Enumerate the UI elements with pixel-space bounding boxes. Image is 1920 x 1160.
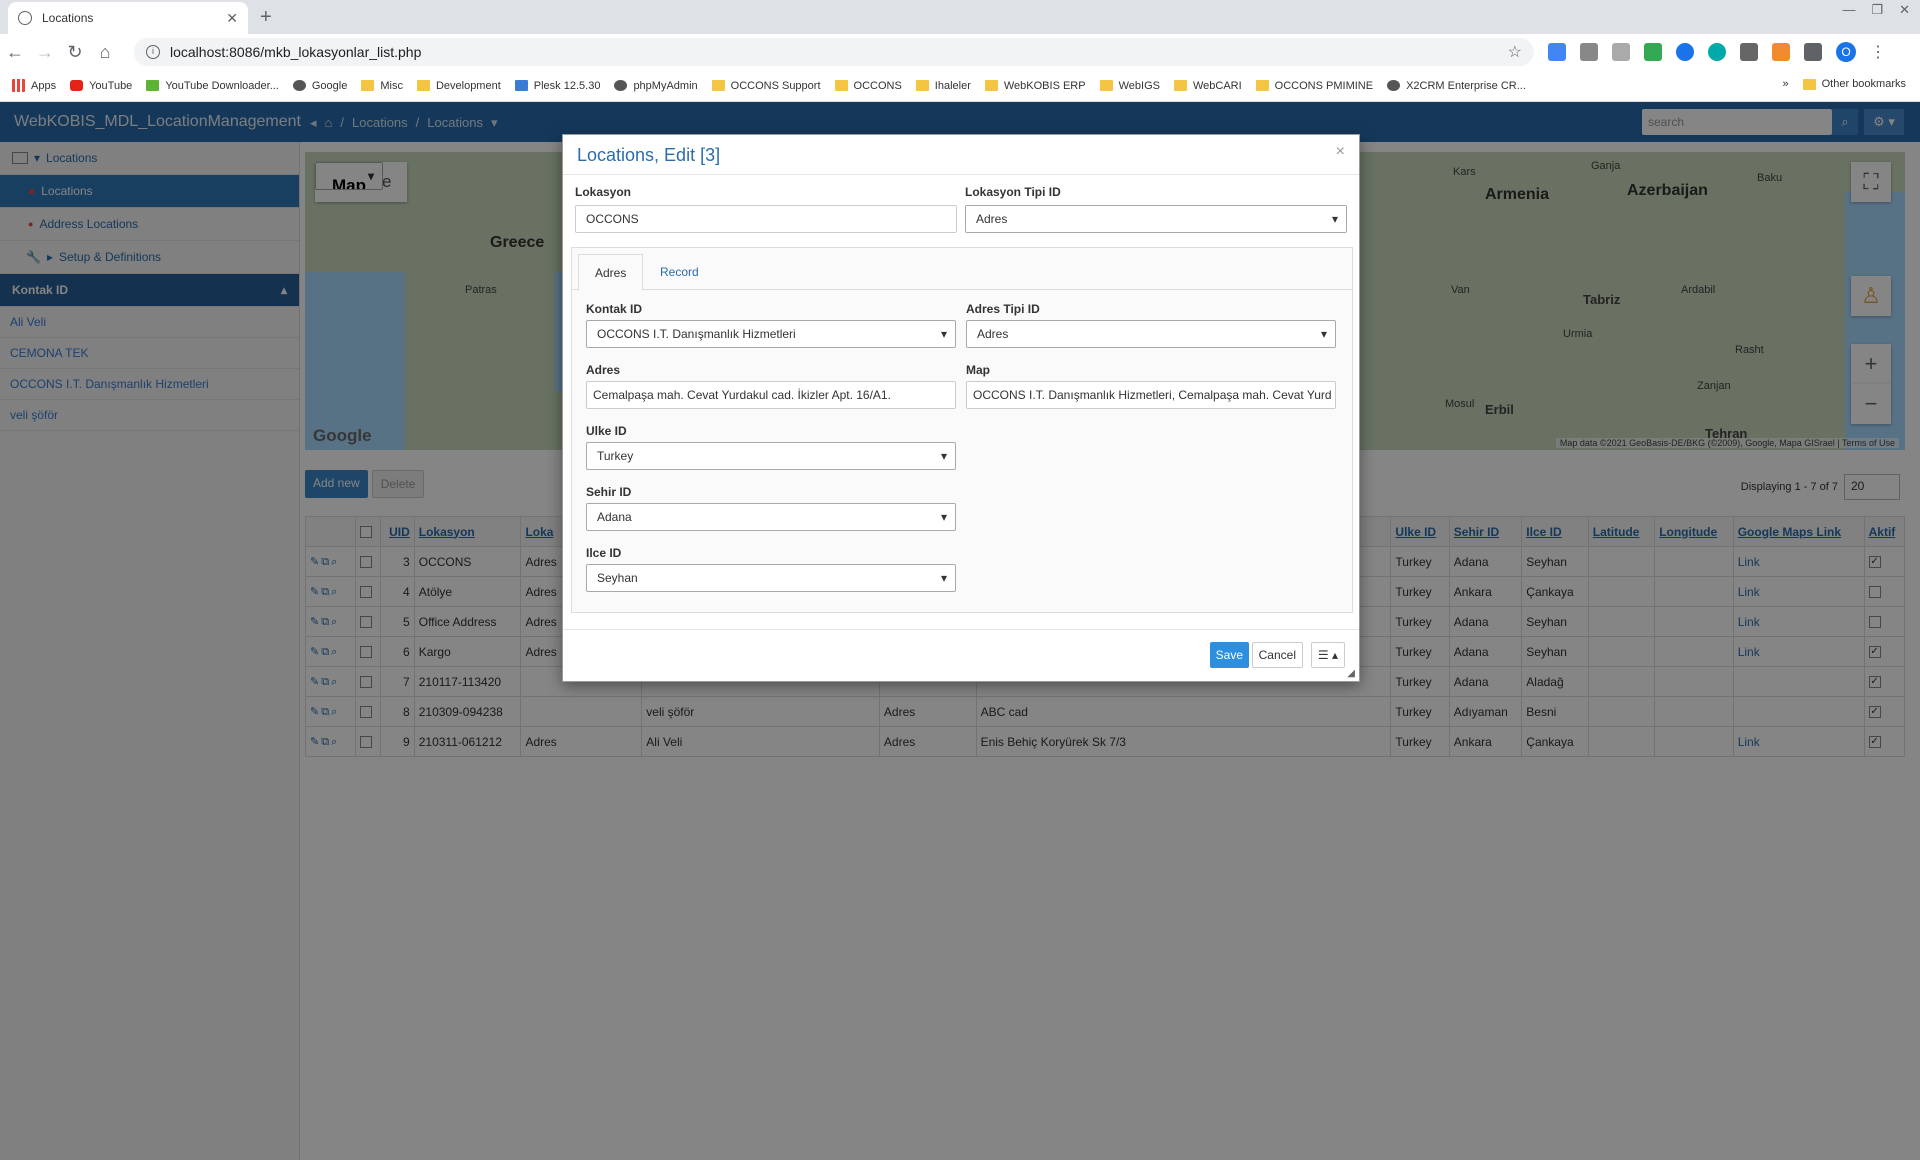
minimize-icon[interactable]: —	[1842, 2, 1855, 18]
apps-icon	[12, 79, 25, 92]
dialog-tab-panel: Adres Record Kontak ID OCCONS I.T. Danış…	[571, 247, 1353, 613]
kontak-label: Kontak ID	[586, 302, 643, 316]
folder-icon	[361, 80, 375, 91]
close-tab-icon[interactable]: ✕	[226, 10, 238, 27]
ilce-select[interactable]: Seyhan	[586, 564, 956, 592]
bookmark-star-icon[interactable]: ☆	[1508, 42, 1522, 62]
bookmark-ihaleler[interactable]: Ihaleler	[915, 80, 971, 92]
lokasyon-tipi-select[interactable]: Adres	[965, 205, 1347, 233]
more-options-button[interactable]: ☰ ▴	[1310, 642, 1345, 668]
forward-icon[interactable]: →	[30, 42, 60, 63]
folder-icon	[984, 80, 998, 91]
folder-icon	[1255, 80, 1269, 91]
dialog-title: Locations, Edit [3]	[577, 145, 721, 165]
bookmark-occons-support[interactable]: OCCONS Support	[711, 80, 821, 92]
sehir-select[interactable]: Adana	[586, 503, 956, 531]
folder-icon	[711, 80, 725, 91]
youtube-icon	[70, 80, 84, 91]
map-label: Map	[966, 363, 990, 377]
x2crm-icon	[1387, 80, 1401, 91]
bookmark-webkobis-erp[interactable]: WebKOBIS ERP	[984, 80, 1086, 92]
bookmark-phpmyadmin[interactable]: phpMyAdmin	[614, 80, 698, 92]
address-bar: ← → ↻ ⌂ i localhost:8086/mkb_lokasyonlar…	[0, 34, 1920, 70]
globe-icon	[18, 11, 32, 25]
folder-icon	[1173, 80, 1187, 91]
recycle-icon[interactable]	[1580, 43, 1598, 61]
back-icon[interactable]: ←	[0, 42, 30, 63]
kontak-select[interactable]: OCCONS I.T. Danışmanlık Hizmetleri	[586, 320, 956, 348]
sehir-label: Sehir ID	[586, 485, 632, 499]
google-icon	[292, 80, 306, 91]
bookmark-x2crm[interactable]: X2CRM Enterprise CR...	[1387, 80, 1526, 92]
adres-tipi-label: Adres Tipi ID	[966, 302, 1040, 316]
bookmark-webigs[interactable]: WebIGS	[1099, 80, 1160, 92]
bookmark-occons-pmimine[interactable]: OCCONS PMIMINE	[1255, 80, 1373, 92]
ilce-label: Ilce ID	[586, 546, 622, 560]
bookmark-youtube-downloader[interactable]: YouTube Downloader...	[146, 80, 279, 92]
folder-icon	[915, 80, 929, 91]
extensions-bar: O ⋮	[1548, 42, 1886, 62]
folder-icon	[1802, 78, 1816, 90]
lokasyon-label: Lokasyon	[575, 185, 632, 199]
wikipedia-icon[interactable]	[1612, 43, 1630, 61]
new-tab-button[interactable]: +	[260, 6, 272, 29]
lokasyon-tipi-label: Lokasyon Tipi ID	[965, 185, 1061, 199]
adres-label: Adres	[586, 363, 621, 377]
profile-avatar[interactable]: O	[1836, 42, 1856, 62]
tab-adres[interactable]: Adres	[578, 254, 644, 291]
download-icon	[146, 80, 160, 91]
dialog-tabs: Adres Record	[572, 248, 1352, 291]
kebab-menu-icon[interactable]: ⋮	[1870, 42, 1886, 62]
adres-tipi-select[interactable]: Adres	[966, 320, 1336, 348]
restore-icon[interactable]: ❐	[1871, 2, 1883, 18]
resize-handle-icon[interactable]: ◢	[1347, 668, 1355, 679]
tab-record[interactable]: Record	[644, 254, 715, 291]
dialog-header: Locations, Edit [3] ×	[563, 135, 1359, 175]
more-bookmarks-icon[interactable]: »	[1783, 78, 1789, 90]
adres-input[interactable]: Cemalpaşa mah. Cevat Yurdakul cad. İkizl…	[586, 381, 956, 409]
bookmark-apps[interactable]: Apps	[12, 79, 56, 92]
close-window-icon[interactable]: ✕	[1899, 2, 1910, 18]
lokasyon-input[interactable]: OCCONS	[575, 205, 957, 233]
plesk-icon	[514, 80, 528, 91]
browser-tabstrip: Locations ✕ + — ❐ ✕	[0, 0, 1920, 34]
bookmark-youtube[interactable]: YouTube	[70, 80, 132, 92]
folder-icon	[416, 80, 430, 91]
bookmarks-bar: Apps YouTube YouTube Downloader... Googl…	[0, 70, 1920, 102]
url-field[interactable]: i localhost:8086/mkb_lokasyonlar_list.ph…	[134, 38, 1534, 66]
bookmark-webcari[interactable]: WebCARI	[1173, 80, 1242, 92]
extension-grid-icon[interactable]	[1740, 43, 1758, 61]
bookmarks-right: » Other bookmarks	[1783, 78, 1907, 90]
bookmark-development[interactable]: Development	[416, 80, 501, 92]
ulke-label: Ulke ID	[586, 424, 627, 438]
extension-circle-icon[interactable]	[1676, 43, 1694, 61]
ulke-select[interactable]: Turkey	[586, 442, 956, 470]
bookmark-misc[interactable]: Misc	[361, 80, 403, 92]
puzzle-icon[interactable]	[1804, 43, 1822, 61]
folder-icon	[834, 80, 848, 91]
bookmark-other[interactable]: Other bookmarks	[1802, 78, 1906, 90]
pin-icon[interactable]	[1644, 43, 1662, 61]
extension-orange-icon[interactable]	[1772, 43, 1790, 61]
info-icon[interactable]: i	[146, 45, 160, 59]
bookmark-occons[interactable]: OCCONS	[834, 80, 902, 92]
home-icon[interactable]: ⌂	[90, 42, 120, 63]
globe-icon	[614, 80, 628, 91]
url-text[interactable]: localhost:8086/mkb_lokasyonlar_list.php	[170, 44, 1498, 60]
dialog-footer: Save Cancel ☰ ▴ ◢	[563, 629, 1359, 681]
cancel-button[interactable]: Cancel	[1251, 642, 1303, 668]
translate-icon[interactable]	[1548, 43, 1566, 61]
reload-icon[interactable]: ↻	[60, 42, 90, 63]
bookmark-google[interactable]: Google	[292, 80, 347, 92]
tab-title: Locations	[42, 11, 94, 25]
edit-location-dialog: Locations, Edit [3] × Lokasyon OCCONS Lo…	[562, 134, 1360, 682]
map-input[interactable]: OCCONS I.T. Danışmanlık Hizmetleri, Cema…	[966, 381, 1336, 409]
bookmark-plesk[interactable]: Plesk 12.5.30	[514, 80, 600, 92]
browser-tab[interactable]: Locations ✕	[8, 2, 248, 34]
folder-icon	[1099, 80, 1113, 91]
close-icon[interactable]: ×	[1336, 143, 1345, 161]
extension-teal-icon[interactable]	[1708, 43, 1726, 61]
save-button[interactable]: Save	[1209, 642, 1249, 668]
window-controls: — ❐ ✕	[1842, 2, 1910, 18]
